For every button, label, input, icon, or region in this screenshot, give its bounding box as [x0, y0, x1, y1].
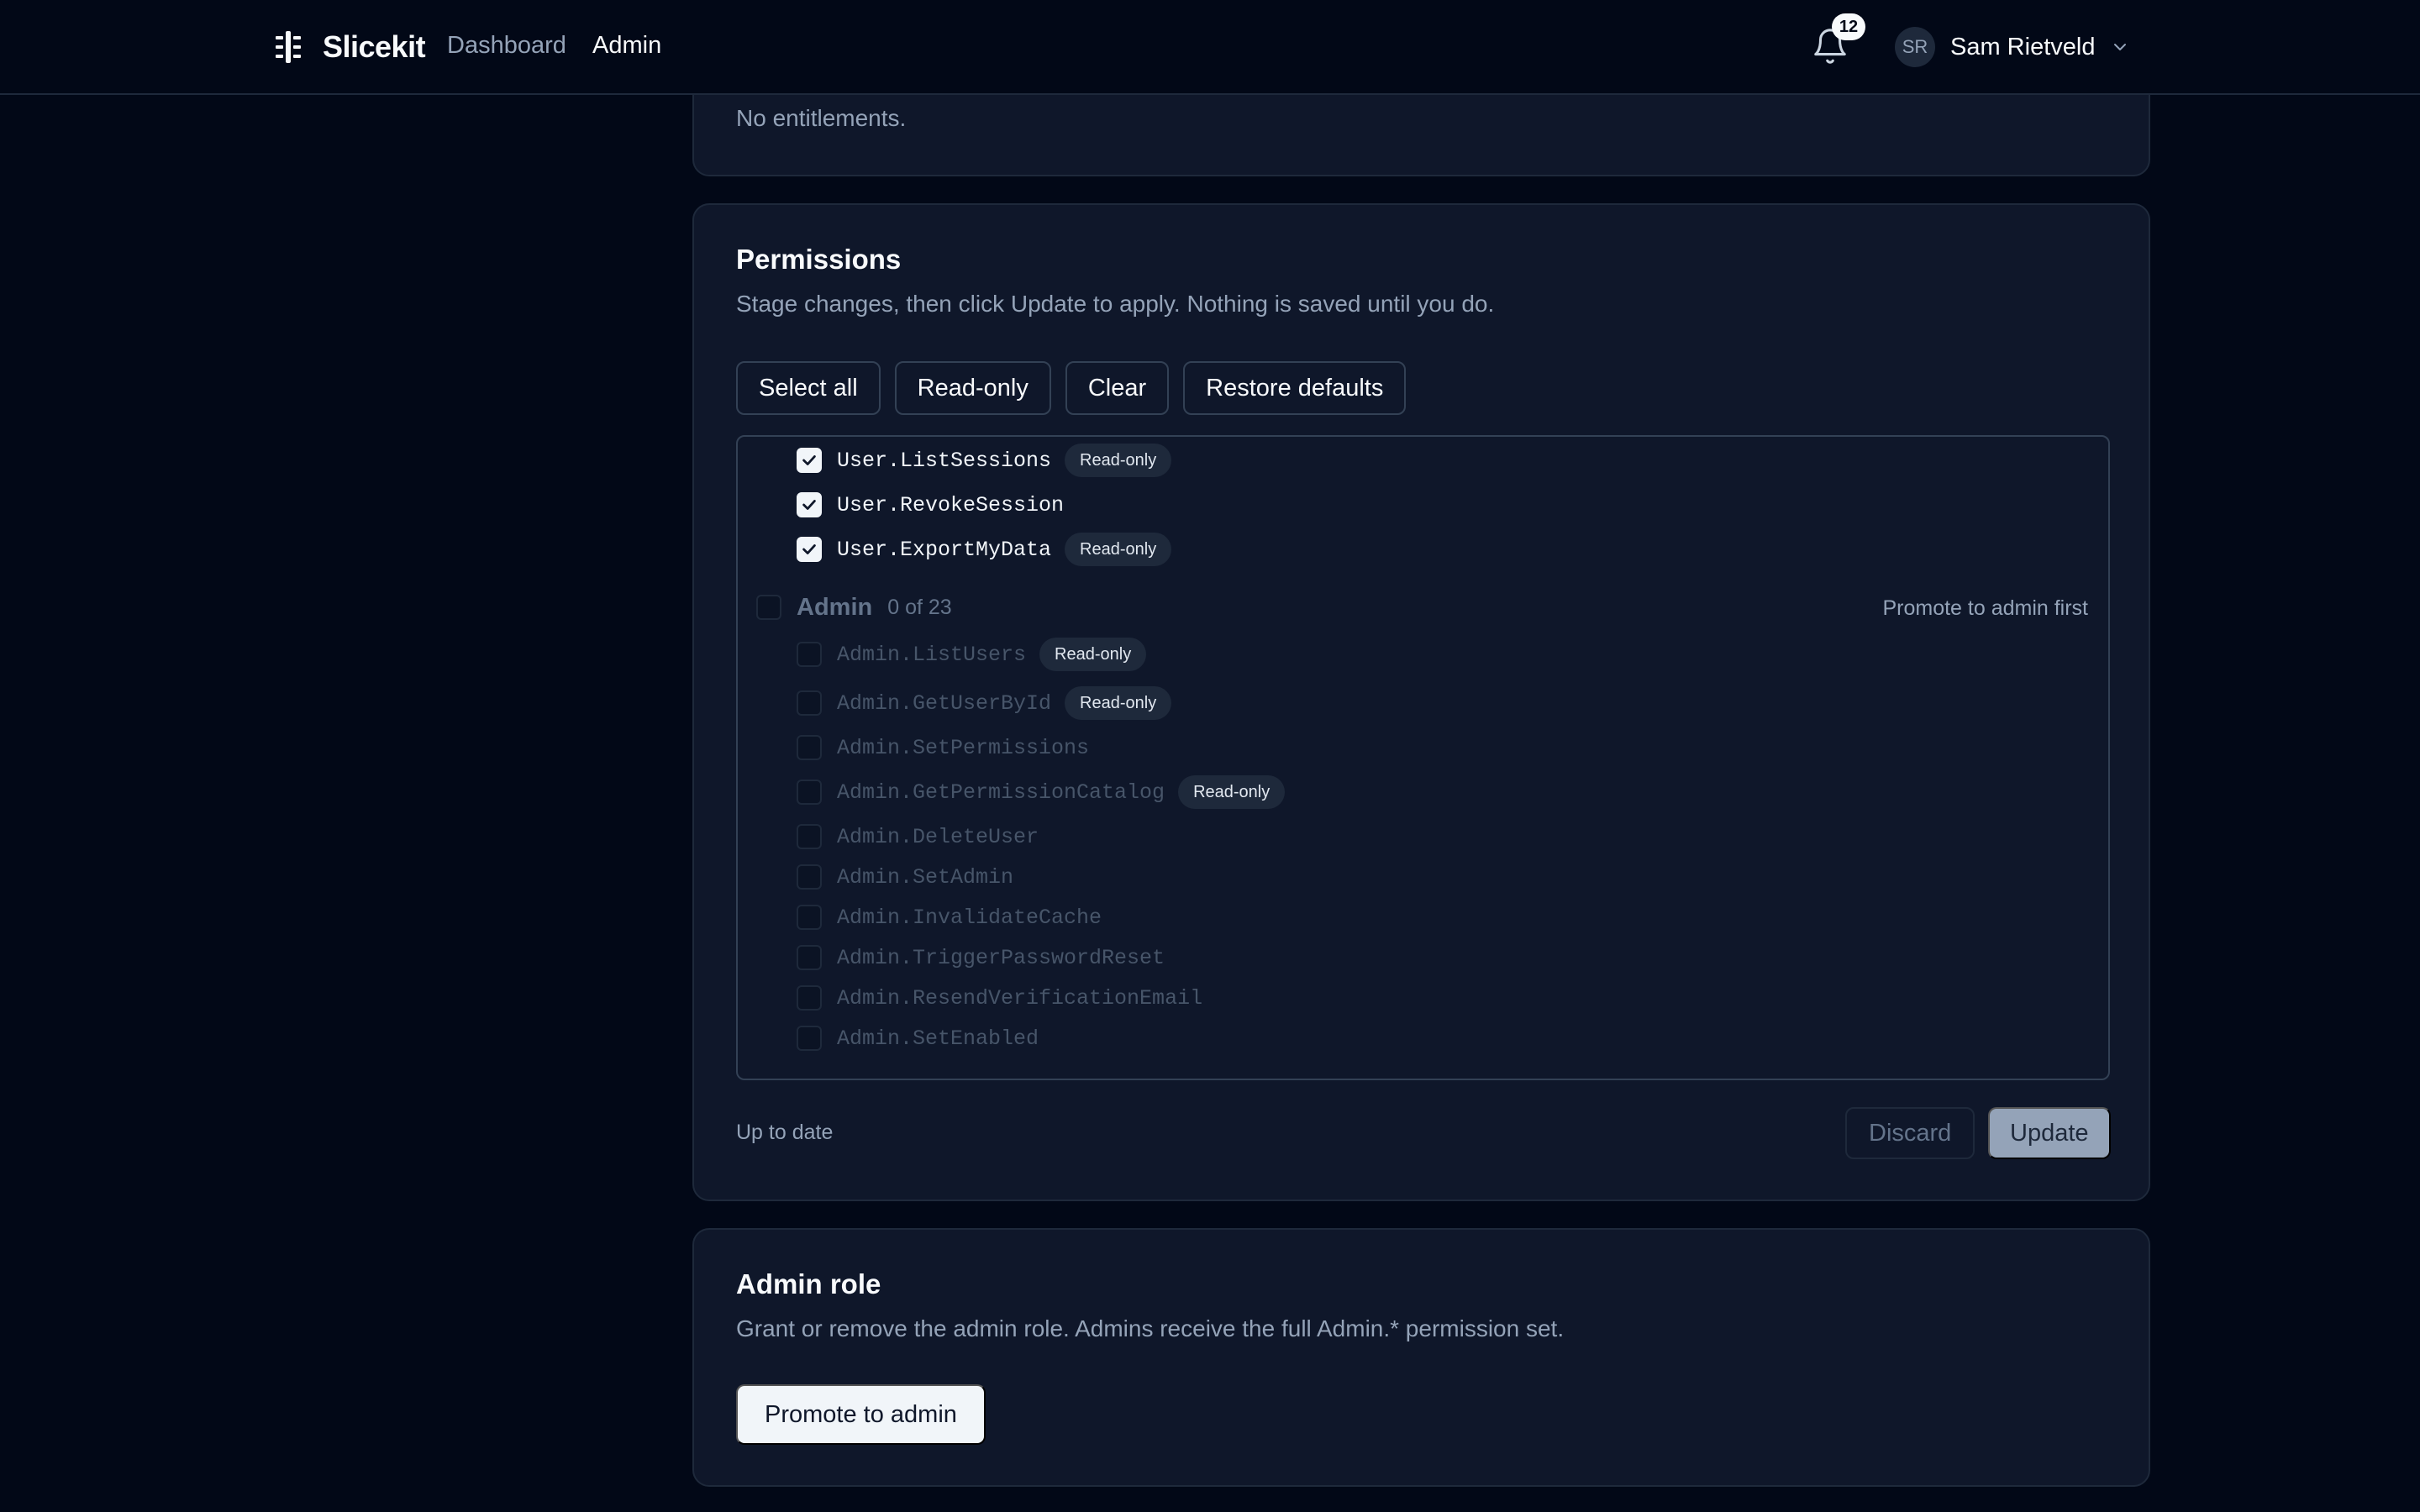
permission-row[interactable]: Admin.SetPermissions — [797, 731, 1089, 764]
checkbox-checked[interactable] — [797, 492, 822, 517]
slicekit-logo-icon — [276, 31, 301, 63]
nav-dashboard-link[interactable]: Dashboard — [447, 32, 566, 60]
permission-name: Admin.GetPermissionCatalog — [837, 780, 1165, 805]
permission-name: Admin.SetPermissions — [837, 735, 1090, 760]
checkbox-unchecked[interactable] — [797, 1026, 822, 1051]
permission-row[interactable]: Admin.SetEnabled — [797, 1021, 1039, 1055]
checkbox-checked[interactable] — [797, 537, 822, 562]
update-button[interactable]: Update — [1988, 1107, 2111, 1159]
promote-to-admin-button[interactable]: Promote to admin — [736, 1384, 986, 1445]
permissions-toolbar: Select all Read-only Clear Restore defau… — [736, 361, 1407, 415]
clear-button[interactable]: Clear — [1065, 361, 1170, 415]
permission-name: Admin.InvalidateCache — [837, 905, 1102, 930]
nav-admin-link[interactable]: Admin — [592, 32, 661, 60]
check-icon — [802, 500, 816, 510]
permission-row[interactable]: User.ListSessions Read-only — [797, 444, 1172, 477]
read-only-badge: Read-only — [1039, 638, 1147, 671]
brand-name: Slicekit — [323, 29, 426, 64]
admin-group-header[interactable]: Admin 0 of 23 — [756, 591, 952, 624]
chevron-down-icon — [2114, 44, 2127, 50]
discard-button[interactable]: Discard — [1845, 1107, 1975, 1159]
brand[interactable]: Slicekit — [271, 25, 426, 69]
read-only-badge: Read-only — [1178, 775, 1286, 809]
read-only-badge: Read-only — [1065, 444, 1172, 477]
checkbox-unchecked[interactable] — [797, 824, 822, 849]
permission-name: Admin.SetAdmin — [837, 864, 1014, 890]
permissions-title: Permissions — [736, 244, 902, 275]
save-status: Up to date — [736, 1121, 834, 1144]
permissions-card: Permissions Stage changes, then click Up… — [692, 203, 2150, 1201]
check-icon — [802, 544, 816, 554]
read-only-badge: Read-only — [1065, 533, 1172, 566]
permissions-description: Stage changes, then click Update to appl… — [736, 291, 1495, 317]
group-count: 0 of 23 — [887, 595, 952, 619]
permission-name: Admin.SetEnabled — [837, 1026, 1039, 1051]
check-icon — [802, 455, 816, 465]
permission-row[interactable]: Admin.TriggerPasswordReset — [797, 941, 1165, 974]
group-note: Promote to admin first — [1882, 596, 2088, 620]
checkbox-unchecked[interactable] — [797, 780, 822, 805]
permissions-list[interactable]: User.ListSessions Read-only User.RevokeS… — [736, 435, 2110, 1080]
checkbox-unchecked[interactable] — [797, 735, 822, 760]
avatar: SR — [1895, 27, 1935, 67]
user-menu[interactable]: SR Sam Rietveld — [1895, 25, 2130, 69]
checkbox-unchecked[interactable] — [797, 905, 822, 930]
checkbox-checked[interactable] — [797, 448, 822, 473]
permission-name: Admin.ListUsers — [837, 642, 1027, 667]
permission-row[interactable]: Admin.InvalidateCache — [797, 900, 1102, 934]
checkbox-unchecked[interactable] — [797, 642, 822, 667]
permission-row[interactable]: Admin.ResendVerificationEmail — [797, 981, 1202, 1015]
permission-row[interactable]: Admin.GetUserById Read-only — [797, 686, 1172, 720]
checkbox-unchecked[interactable] — [797, 985, 822, 1011]
select-all-button[interactable]: Select all — [736, 361, 881, 415]
permission-name: Admin.TriggerPasswordReset — [837, 945, 1165, 970]
permission-row[interactable]: Admin.SetAdmin — [797, 860, 1013, 894]
permission-name: User.RevokeSession — [837, 492, 1065, 517]
checkbox-unchecked[interactable] — [797, 864, 822, 890]
read-only-badge: Read-only — [1065, 686, 1172, 720]
permission-name: Admin.ResendVerificationEmail — [837, 985, 1203, 1011]
permission-row[interactable]: User.ExportMyData Read-only — [797, 533, 1172, 566]
restore-defaults-button[interactable]: Restore defaults — [1183, 361, 1407, 415]
group-name: Admin — [797, 593, 873, 621]
permission-row[interactable]: User.RevokeSession — [797, 488, 1064, 522]
permission-name: Admin.GetUserById — [837, 690, 1052, 716]
admin-role-title: Admin role — [736, 1268, 881, 1299]
checkbox-unchecked[interactable] — [797, 945, 822, 970]
permission-name: Admin.DeleteUser — [837, 824, 1039, 849]
permission-name: User.ExportMyData — [837, 537, 1052, 562]
permission-row[interactable]: Admin.GetPermissionCatalog Read-only — [797, 775, 1286, 809]
permission-name: User.ListSessions — [837, 448, 1052, 473]
user-name: Sam Rietveld — [1950, 33, 2096, 60]
no-entitlements-text: No entitlements. — [736, 105, 907, 131]
top-navigation-bar: Slicekit Dashboard Admin 12 SR Sam Rietv… — [0, 0, 2420, 95]
admin-role-description: Grant or remove the admin role. Admins r… — [736, 1315, 1565, 1341]
permission-row[interactable]: Admin.ListUsers Read-only — [797, 638, 1147, 671]
admin-role-card: Admin role Grant or remove the admin rol… — [692, 1228, 2150, 1487]
permission-row[interactable]: Admin.DeleteUser — [797, 820, 1039, 853]
group-checkbox[interactable] — [756, 595, 781, 620]
read-only-button[interactable]: Read-only — [894, 361, 1051, 415]
checkbox-unchecked[interactable] — [797, 690, 822, 716]
notification-count-badge: 12 — [1832, 13, 1865, 40]
